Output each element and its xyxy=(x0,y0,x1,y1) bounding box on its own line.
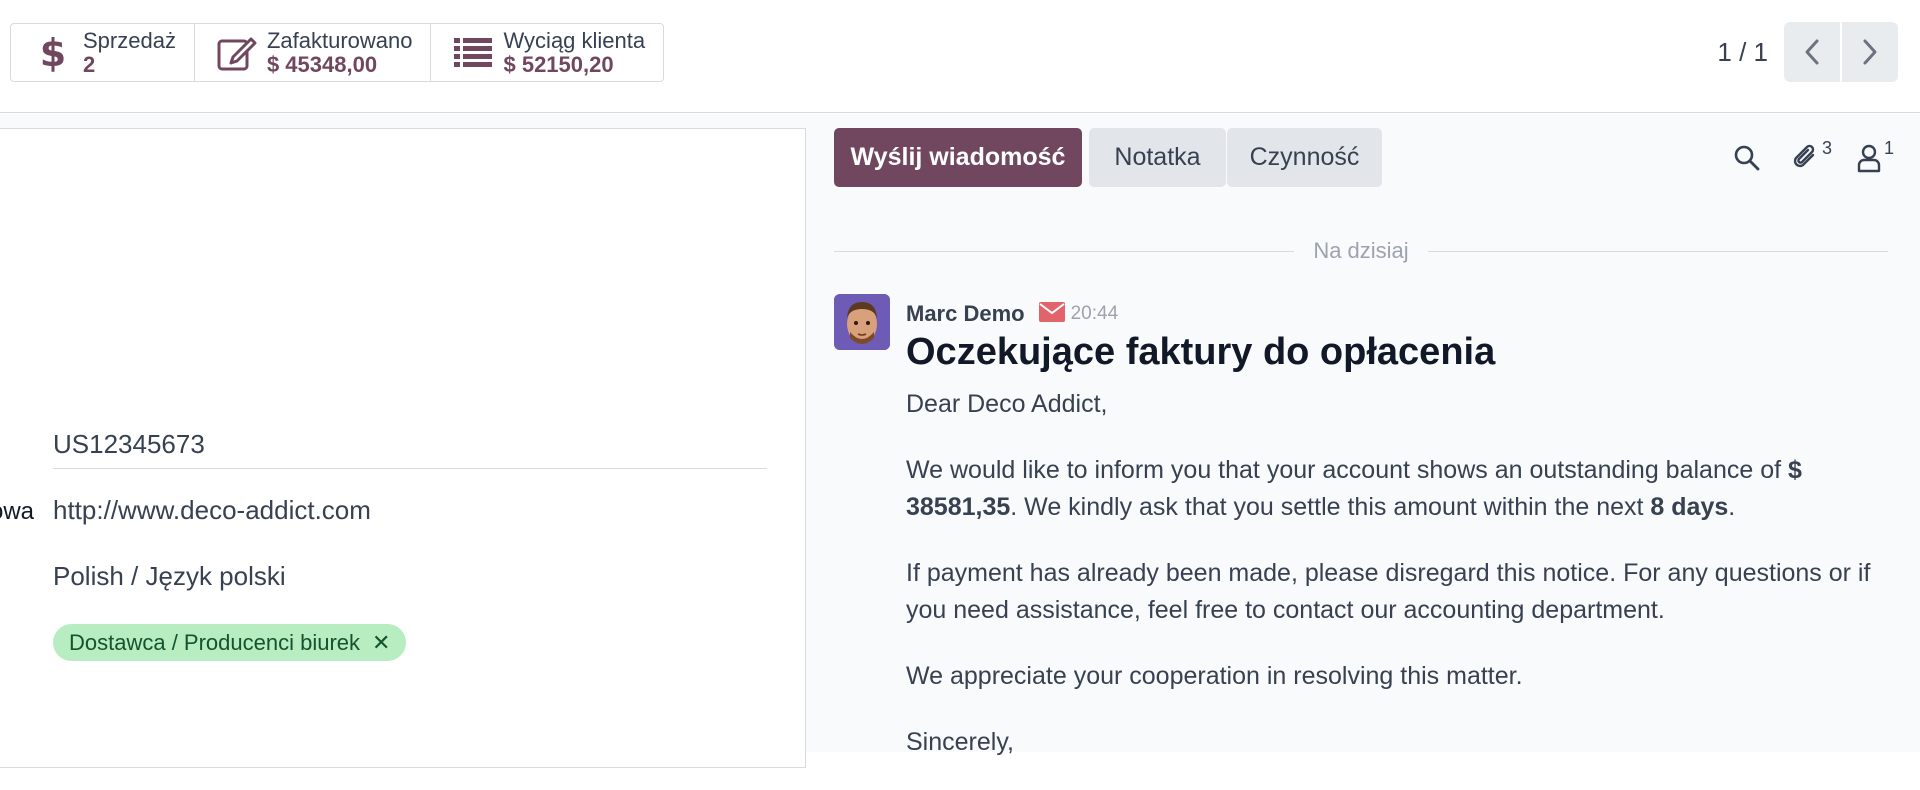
customer-statement-smart-button[interactable]: Wyciąg klienta $ 52150,20 xyxy=(431,24,663,81)
message-subject: Oczekujące faktury do opłacenia xyxy=(906,331,1496,373)
tag-label: Dostawca / Producenci biurek xyxy=(69,629,361,655)
message-author[interactable]: Marc Demo xyxy=(906,301,1025,327)
date-separator: Na dzisiaj xyxy=(834,236,1888,266)
message-body: Dear Deco Addict, We would like to infor… xyxy=(906,386,1916,790)
vat-underline xyxy=(53,468,767,469)
chevron-left-icon xyxy=(1805,39,1819,65)
avatar[interactable] xyxy=(834,294,890,350)
user-icon xyxy=(1857,144,1881,173)
sales-count: 2 xyxy=(83,51,96,77)
sales-smart-button[interactable]: $ Sprzedaż 2 xyxy=(11,24,195,81)
send-message-button[interactable]: Wyślij wiadomość xyxy=(834,128,1082,187)
message-paragraph-3: We appreciate your cooperation in resolv… xyxy=(906,662,1523,690)
invoiced-smart-button[interactable]: Zafakturowano $ 45348,00 xyxy=(195,24,432,81)
pager: 1 / 1 xyxy=(1717,22,1920,82)
pager-previous-button[interactable] xyxy=(1784,22,1840,82)
statement-label: Wyciąg klienta xyxy=(503,27,646,53)
pager-value[interactable]: 1 / 1 xyxy=(1717,37,1768,68)
message-paragraph-1: We would like to inform you that your ac… xyxy=(906,456,1802,521)
sales-label: Sprzedaż xyxy=(83,27,176,53)
chevron-right-icon xyxy=(1863,39,1877,65)
payment-days: 8 days xyxy=(1650,493,1729,521)
search-icon xyxy=(1734,145,1760,171)
invoiced-label: Zafakturowano xyxy=(266,27,413,53)
website-label: owa xyxy=(0,498,35,525)
form-sheet: US12345673 owa http://www.deco-addict.co… xyxy=(0,128,806,768)
pager-next-button[interactable] xyxy=(1842,22,1898,82)
message-time: 20:44 xyxy=(1070,303,1119,324)
tag-remove-icon[interactable]: ✕ xyxy=(372,630,390,656)
chatter-topbar-icons: 3 1 xyxy=(1720,136,1920,180)
website-field[interactable]: http://www.deco-addict.com xyxy=(53,495,371,526)
followers-button[interactable]: 1 xyxy=(1838,136,1900,180)
statement-amount: $ 52150,20 xyxy=(503,51,614,77)
svg-text:$: $ xyxy=(40,33,66,73)
activity-button[interactable]: Czynność xyxy=(1227,128,1382,187)
attachments-button[interactable]: 3 xyxy=(1774,136,1838,180)
vat-field[interactable]: US12345673 xyxy=(53,429,205,460)
envelope-icon xyxy=(1038,301,1065,327)
followers-count: 1 xyxy=(1883,138,1894,158)
message-greeting: Dear Deco Addict, xyxy=(906,390,1108,418)
list-icon xyxy=(453,33,493,73)
paperclip-icon xyxy=(1793,144,1815,168)
chatter: Wyślij wiadomość Notatka Czynność 3 1 Na… xyxy=(806,114,1920,756)
dollar-icon: $ xyxy=(33,33,73,73)
date-separator-label: Na dzisiaj xyxy=(1313,238,1409,263)
attachments-count: 3 xyxy=(1821,138,1832,158)
edit-icon xyxy=(217,33,257,73)
smart-buttons: $ Sprzedaż 2 Zafakturowano $ 45348,00 Wy… xyxy=(10,23,665,82)
message-header: Marc Demo 20:44 xyxy=(906,298,1118,330)
log-note-button[interactable]: Notatka xyxy=(1089,128,1226,187)
message-closing: Sincerely, xyxy=(906,728,1014,756)
control-panel: $ Sprzedaż 2 Zafakturowano $ 45348,00 Wy… xyxy=(0,0,1920,113)
category-tag: Dostawca / Producenci biurek ✕ xyxy=(53,624,407,661)
search-messages-button[interactable] xyxy=(1720,136,1774,180)
invoiced-amount: $ 45348,00 xyxy=(266,51,378,77)
message-paragraph-2: If payment has already been made, please… xyxy=(906,559,1871,624)
form-view: US12345673 owa http://www.deco-addict.co… xyxy=(0,114,806,768)
language-field[interactable]: Polish / Język polski xyxy=(53,561,286,592)
